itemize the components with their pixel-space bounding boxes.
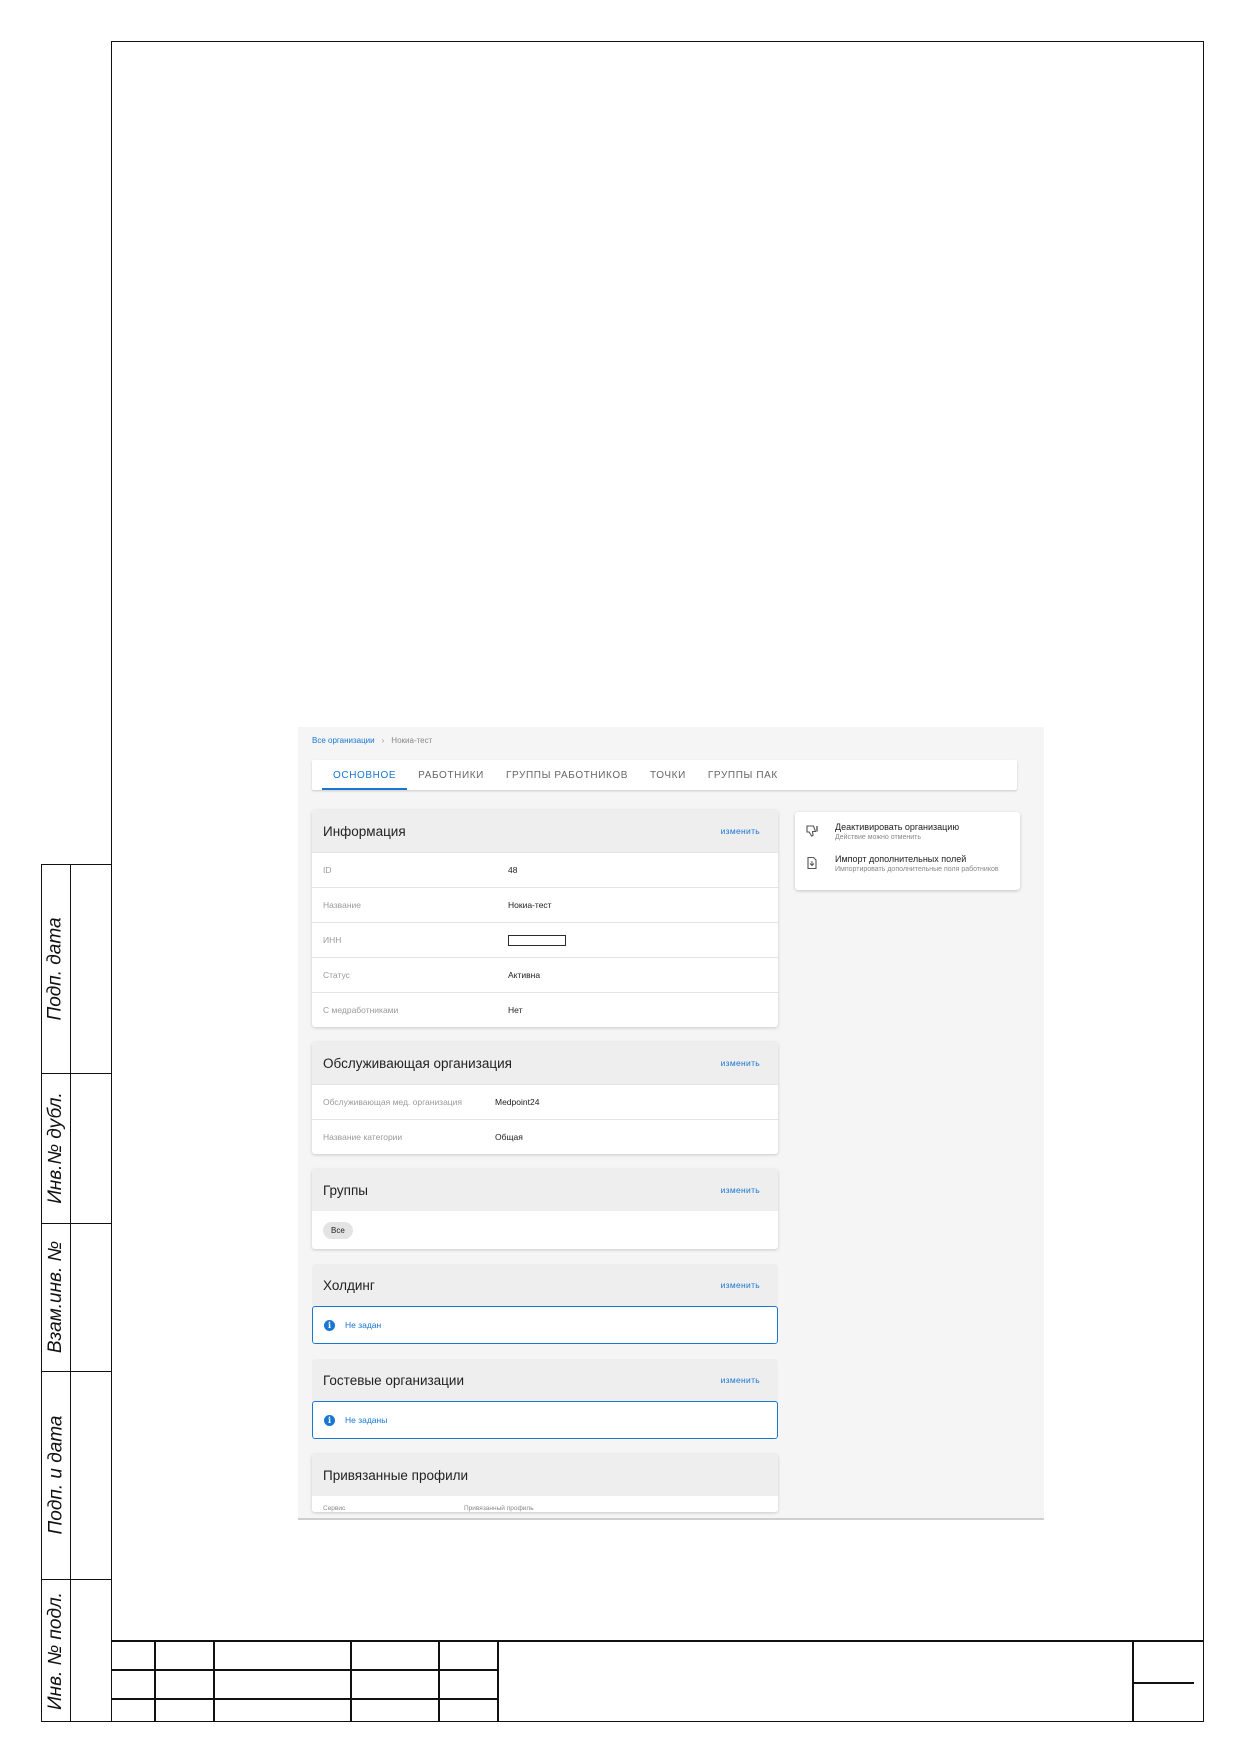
holding-card: Холдинг изменить i Не задан bbox=[312, 1264, 778, 1344]
info-icon: i bbox=[324, 1319, 335, 1331]
tab-main[interactable]: ОСНОВНОЕ bbox=[322, 760, 408, 790]
tab-pak-groups[interactable]: ГРУППЫ ПАК bbox=[697, 760, 789, 790]
main-column: Информация изменить ID 48 Название Нокиа-т… bbox=[312, 810, 778, 1512]
side-label-dup-inv: Инв.№ дубл. bbox=[45, 1092, 67, 1204]
deactivate-title: Деактивировать организацию bbox=[835, 822, 960, 832]
info-row-status: Статус Активна bbox=[312, 957, 778, 992]
guest-orgs-card: Гостевые организации изменить i Не задан… bbox=[312, 1359, 778, 1439]
field-label: Название категории bbox=[323, 1132, 403, 1142]
guest-notice-text: Не заданы bbox=[345, 1415, 388, 1425]
groups-chip-list: Все bbox=[312, 1211, 778, 1249]
breadcrumb-current: Нокиа-тест bbox=[391, 736, 433, 745]
guest-card-title: Гостевые организации bbox=[323, 1372, 464, 1388]
breadcrumb: Все организации › Нокиа-тест bbox=[312, 736, 432, 745]
info-row-medics: С медработниками Нет bbox=[312, 992, 778, 1027]
guest-edit-button[interactable]: изменить bbox=[721, 1375, 760, 1385]
info-row-id: ID 48 bbox=[312, 852, 778, 887]
info-card: Информация изменить ID 48 Название Нокиа-т… bbox=[312, 810, 778, 1027]
field-label: ID bbox=[323, 865, 332, 875]
profiles-card-header: Привязанные профили bbox=[312, 1454, 778, 1496]
group-chip[interactable]: Все bbox=[323, 1222, 353, 1239]
profiles-card-title: Привязанные профили bbox=[323, 1467, 469, 1483]
field-value: Нет bbox=[508, 1005, 523, 1015]
groups-card-header: Группы изменить bbox=[312, 1169, 778, 1211]
tab-employees[interactable]: РАБОТНИКИ bbox=[407, 760, 495, 790]
field-value: Общая bbox=[495, 1132, 523, 1142]
groups-card-title: Группы bbox=[323, 1182, 368, 1198]
holding-card-title: Холдинг bbox=[323, 1277, 375, 1293]
field-label: Название bbox=[323, 900, 361, 910]
holding-card-header: Холдинг изменить bbox=[312, 1264, 778, 1306]
holding-edit-button[interactable]: изменить bbox=[721, 1280, 760, 1290]
field-value: Medpoint24 bbox=[495, 1097, 540, 1107]
service-row-category: Название категории Общая bbox=[312, 1119, 778, 1154]
field-value: 48 bbox=[508, 865, 518, 875]
info-card-header: Информация изменить bbox=[312, 810, 778, 852]
profiles-table-header: Сервис Привязанный профиль bbox=[312, 1496, 778, 1512]
tab-bar: ОСНОВНОЕ РАБОТНИКИ ГРУППЫ РАБОТНИКОВ ТОЧ… bbox=[312, 760, 1017, 790]
breadcrumb-separator: › bbox=[381, 736, 385, 745]
breadcrumb-root-link[interactable]: Все организации bbox=[312, 736, 375, 745]
field-label: ИНН bbox=[323, 935, 342, 945]
import-subtitle: Импортировать дополнительные поля работн… bbox=[835, 866, 999, 873]
tab-points[interactable]: ТОЧКИ bbox=[639, 760, 697, 790]
side-label-sign-date: Подп. дата bbox=[45, 917, 67, 1021]
redacted-value bbox=[508, 934, 566, 946]
groups-edit-button[interactable]: изменить bbox=[721, 1185, 760, 1195]
profiles-col-service: Сервис bbox=[323, 1505, 346, 1512]
side-stamp-strip: Подп. дата Инв.№ дубл. Взам.инв. № Подп.… bbox=[41, 864, 111, 1722]
service-row-med-org: Обслуживающая мед. организация Medpoint24 bbox=[312, 1084, 778, 1119]
holding-notice-text: Не задан bbox=[345, 1320, 382, 1330]
service-card-title: Обслуживающая организация bbox=[323, 1055, 512, 1071]
guest-card-header: Гостевые организации изменить bbox=[312, 1359, 778, 1401]
field-label: Обслуживающая мед. организация bbox=[323, 1097, 463, 1107]
linked-profiles-card: Привязанные профили Сервис Привязанный п… bbox=[312, 1454, 778, 1512]
field-label: С медработниками bbox=[323, 1005, 399, 1015]
field-label: Статус bbox=[323, 970, 350, 980]
service-edit-button[interactable]: изменить bbox=[721, 1058, 760, 1068]
side-label-repl-inv: Взам.инв. № bbox=[45, 1240, 66, 1354]
holding-notice: i Не задан bbox=[312, 1306, 778, 1344]
deactivate-org-action[interactable]: Деактивировать организацию Действие можн… bbox=[805, 822, 1010, 843]
title-block bbox=[111, 1640, 1204, 1722]
info-edit-button[interactable]: изменить bbox=[721, 826, 760, 836]
info-row-name: Название Нокиа-тест bbox=[312, 887, 778, 922]
field-value: Активна bbox=[508, 970, 541, 980]
file-import-icon bbox=[805, 854, 835, 875]
tab-employee-groups[interactable]: ГРУППЫ РАБОТНИКОВ bbox=[495, 760, 639, 790]
thumb-down-icon bbox=[805, 822, 835, 843]
import-fields-action[interactable]: Импорт дополнительных полей Импортироват… bbox=[805, 854, 1010, 875]
guest-notice: i Не заданы bbox=[312, 1401, 778, 1439]
field-value: Нокиа-тест bbox=[508, 900, 552, 910]
side-strip-divider bbox=[70, 865, 71, 1721]
info-icon: i bbox=[324, 1414, 335, 1426]
side-label-orig-inv: Инв. № подл. bbox=[45, 1592, 66, 1710]
actions-panel: Деактивировать организацию Действие можн… bbox=[795, 812, 1020, 890]
side-label-sign-and-date: Подп. и дата bbox=[45, 1415, 67, 1535]
service-org-card: Обслуживающая организация изменить Обслу… bbox=[312, 1042, 778, 1154]
service-card-header: Обслуживающая организация изменить bbox=[312, 1042, 778, 1084]
groups-card: Группы изменить Все bbox=[312, 1169, 778, 1249]
import-title: Импорт дополнительных полей bbox=[835, 854, 967, 864]
info-row-inn: ИНН bbox=[312, 922, 778, 957]
profiles-col-profile: Привязанный профиль bbox=[464, 1505, 534, 1512]
info-card-title: Информация bbox=[323, 823, 406, 839]
app-screenshot: Все организации › Нокиа-тест ОСНОВНОЕ РАБО… bbox=[298, 727, 1044, 1520]
deactivate-subtitle: Действие можно отменить bbox=[835, 834, 922, 841]
